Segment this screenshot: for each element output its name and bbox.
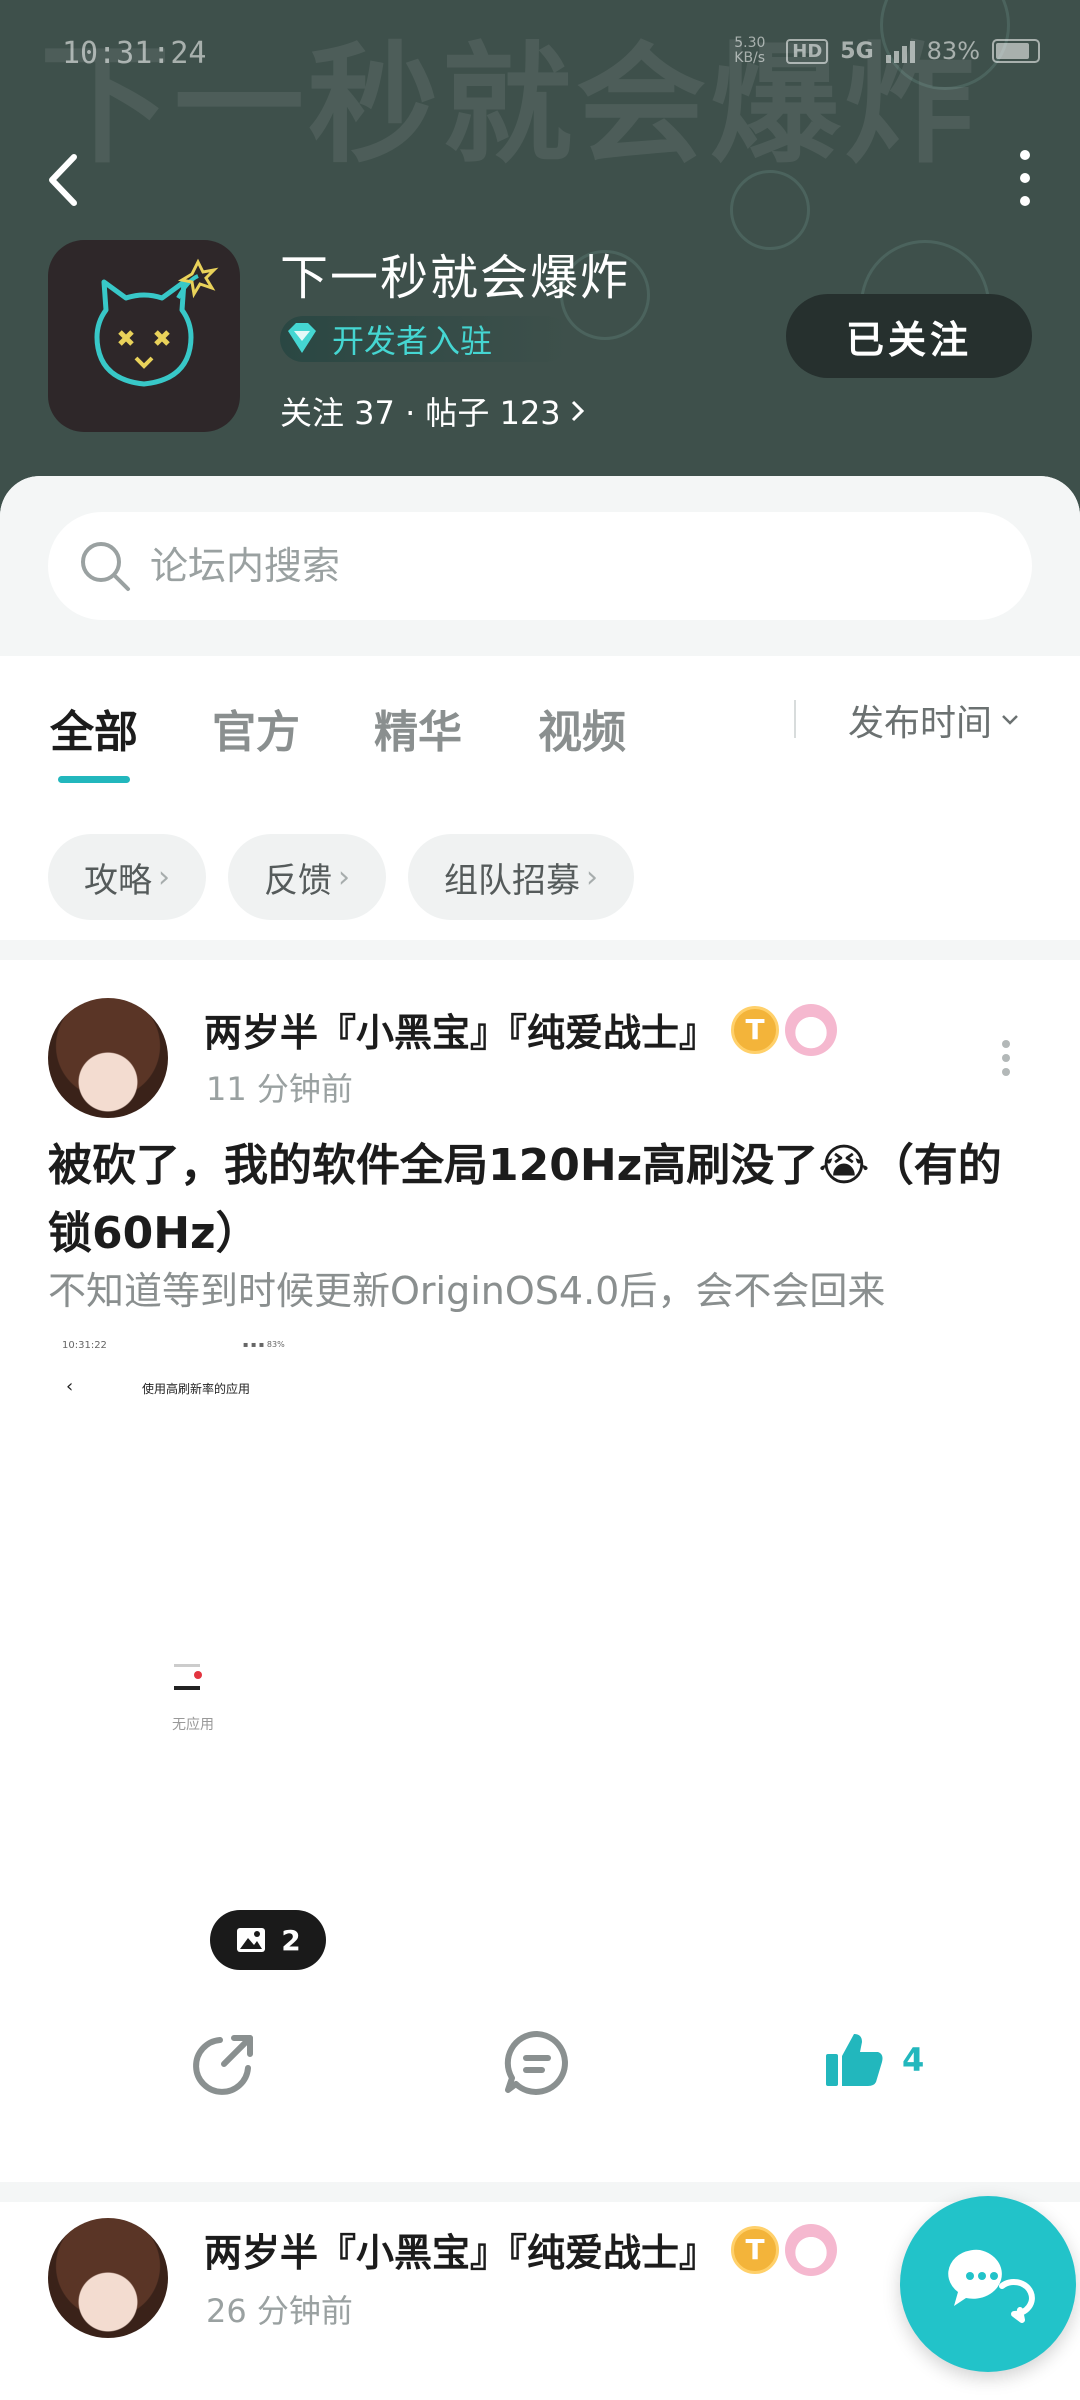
share-icon	[193, 2035, 253, 2095]
image-back-arrow-icon: ‹	[66, 1376, 74, 1397]
empty-state-icon	[174, 1664, 202, 1690]
follow-button[interactable]: 已关注	[786, 294, 1032, 378]
chip-label: 反馈	[264, 860, 332, 901]
image-empty-text: 无应用	[172, 1717, 214, 1733]
battery-percent: 83%	[926, 37, 980, 65]
comment-icon	[504, 2030, 568, 2095]
chip-label: 攻略	[84, 860, 152, 901]
category-chips: 攻略 › 反馈 › 组队招募 ›	[48, 834, 634, 920]
forum-header: 下一秒就会爆炸 10:31:24 5.30 KB/s HD 5G 83% 下一秒…	[0, 0, 1080, 520]
sort-label: 发布时间	[848, 703, 993, 744]
status-time: 10:31:24	[62, 36, 207, 71]
post-title[interactable]: 被砍了，我的软件全局120Hz高刷没了😭（有的锁60Hz）	[48, 1132, 1038, 1268]
signal-bars-icon	[885, 39, 915, 63]
image-icon	[237, 1928, 266, 1952]
app-icon	[48, 240, 240, 432]
coin-badge-icon: T	[731, 2225, 780, 2274]
new-post-fab[interactable]	[900, 2196, 1076, 2372]
coin-badge-icon: T	[731, 1005, 780, 1054]
image-count: 2	[281, 1923, 301, 1957]
image-status-icons: ▪ ▪ ▪ 83%	[243, 1340, 285, 1349]
post-actions: 4	[0, 2014, 1080, 2114]
chevron-right-icon: ›	[158, 859, 170, 895]
image-status-time: 10:31:22	[62, 1340, 107, 1351]
decor-circle	[730, 170, 810, 250]
diamond-icon	[288, 323, 316, 353]
avatar[interactable]	[48, 998, 168, 1118]
search-bar[interactable]	[48, 512, 1032, 620]
section-divider	[0, 940, 1080, 960]
tab-all[interactable]: 全部	[50, 696, 138, 760]
author-name[interactable]: 两岁半『小黑宝』『纯爱战士』	[204, 2222, 717, 2277]
comment-button[interactable]	[502, 2028, 572, 2098]
chip-feedback[interactable]: 反馈 ›	[228, 834, 386, 920]
search-input[interactable]	[150, 544, 950, 588]
post-more-button[interactable]	[1000, 1040, 1012, 1076]
signal-5g-icon: 5G	[840, 38, 874, 64]
forum-stats[interactable]: 关注 37 · 帖子 123	[280, 388, 589, 434]
tab-separator	[794, 700, 796, 738]
image-title: 使用高刷新率的应用	[142, 1382, 251, 1396]
chat-bubble-icon	[948, 2249, 1035, 2323]
tab-video[interactable]: 视频	[538, 696, 626, 760]
sort-dropdown[interactable]: 发布时间	[848, 694, 1020, 746]
more-options-button[interactable]	[1010, 150, 1040, 206]
chip-guide[interactable]: 攻略 ›	[48, 834, 206, 920]
forum-title: 下一秒就会爆炸	[280, 250, 631, 306]
thumbs-up-icon	[826, 2034, 883, 2086]
chip-team-recruit[interactable]: 组队招募 ›	[408, 834, 634, 920]
chevron-right-icon: ›	[338, 859, 350, 895]
chevron-left-icon	[49, 154, 77, 206]
active-tab-indicator	[58, 776, 130, 783]
post-excerpt[interactable]: 不知道等到时候更新OriginOS4.0后，会不会回来	[48, 1260, 885, 1315]
author-name[interactable]: 两岁半『小黑宝』『纯爱战士』	[204, 1002, 717, 1057]
decoration-avatar-icon	[785, 2223, 838, 2276]
developer-badge[interactable]: 开发者入驻	[280, 316, 570, 362]
share-button[interactable]	[190, 2028, 260, 2098]
post-time: 11 分钟前	[206, 1070, 353, 1108]
image-count-badge[interactable]: 2	[210, 1910, 326, 1970]
post-card[interactable]: 两岁半『小黑宝』『纯爱战士』 T 11 分钟前 被砍了，我的软件全局120Hz高…	[0, 960, 1080, 2118]
developer-badge-label: 开发者入驻	[332, 322, 493, 360]
battery-icon	[992, 39, 1040, 63]
tab-official[interactable]: 官方	[212, 696, 300, 760]
back-button[interactable]	[40, 145, 90, 215]
decoration-avatar-icon	[785, 1003, 838, 1056]
tab-featured[interactable]: 精华	[374, 696, 462, 760]
forum-stats-text: 关注 37 · 帖子 123	[280, 394, 561, 432]
chip-label: 组队招募	[444, 860, 580, 901]
hd-icon: HD	[786, 38, 829, 64]
forum-content: 全部 官方 精华 视频 发布时间 攻略› 反馈› 组队招募› 两岁半『小黑宝』『…	[0, 476, 1080, 2400]
bomb-cat-logo-icon	[94, 258, 219, 387]
avatar[interactable]	[48, 2218, 168, 2338]
search-area	[0, 476, 1080, 656]
status-bar: 10:31:24 5.30 KB/s HD 5G 83%	[0, 0, 1080, 110]
like-button[interactable]: 4	[822, 2028, 924, 2092]
chevron-down-icon	[1002, 715, 1018, 725]
search-icon	[81, 542, 130, 591]
post-image[interactable]: 10:31:22 ▪ ▪ ▪ 83% ‹ 使用高刷新率的应用 无应用	[48, 1330, 348, 1930]
like-count: 4	[902, 2041, 925, 2079]
chevron-right-icon: ›	[586, 859, 598, 895]
author-row: 两岁半『小黑宝』『纯爱战士』 T	[204, 2222, 838, 2277]
post-time: 26 分钟前	[206, 2292, 353, 2330]
net-speed: 5.30 KB/s	[734, 35, 766, 66]
status-icons: 5.30 KB/s HD 5G 83%	[734, 36, 1040, 66]
author-row: 两岁半『小黑宝』『纯爱战士』 T	[204, 1002, 838, 1057]
section-divider	[0, 2182, 1080, 2202]
chevron-right-icon	[571, 400, 584, 422]
